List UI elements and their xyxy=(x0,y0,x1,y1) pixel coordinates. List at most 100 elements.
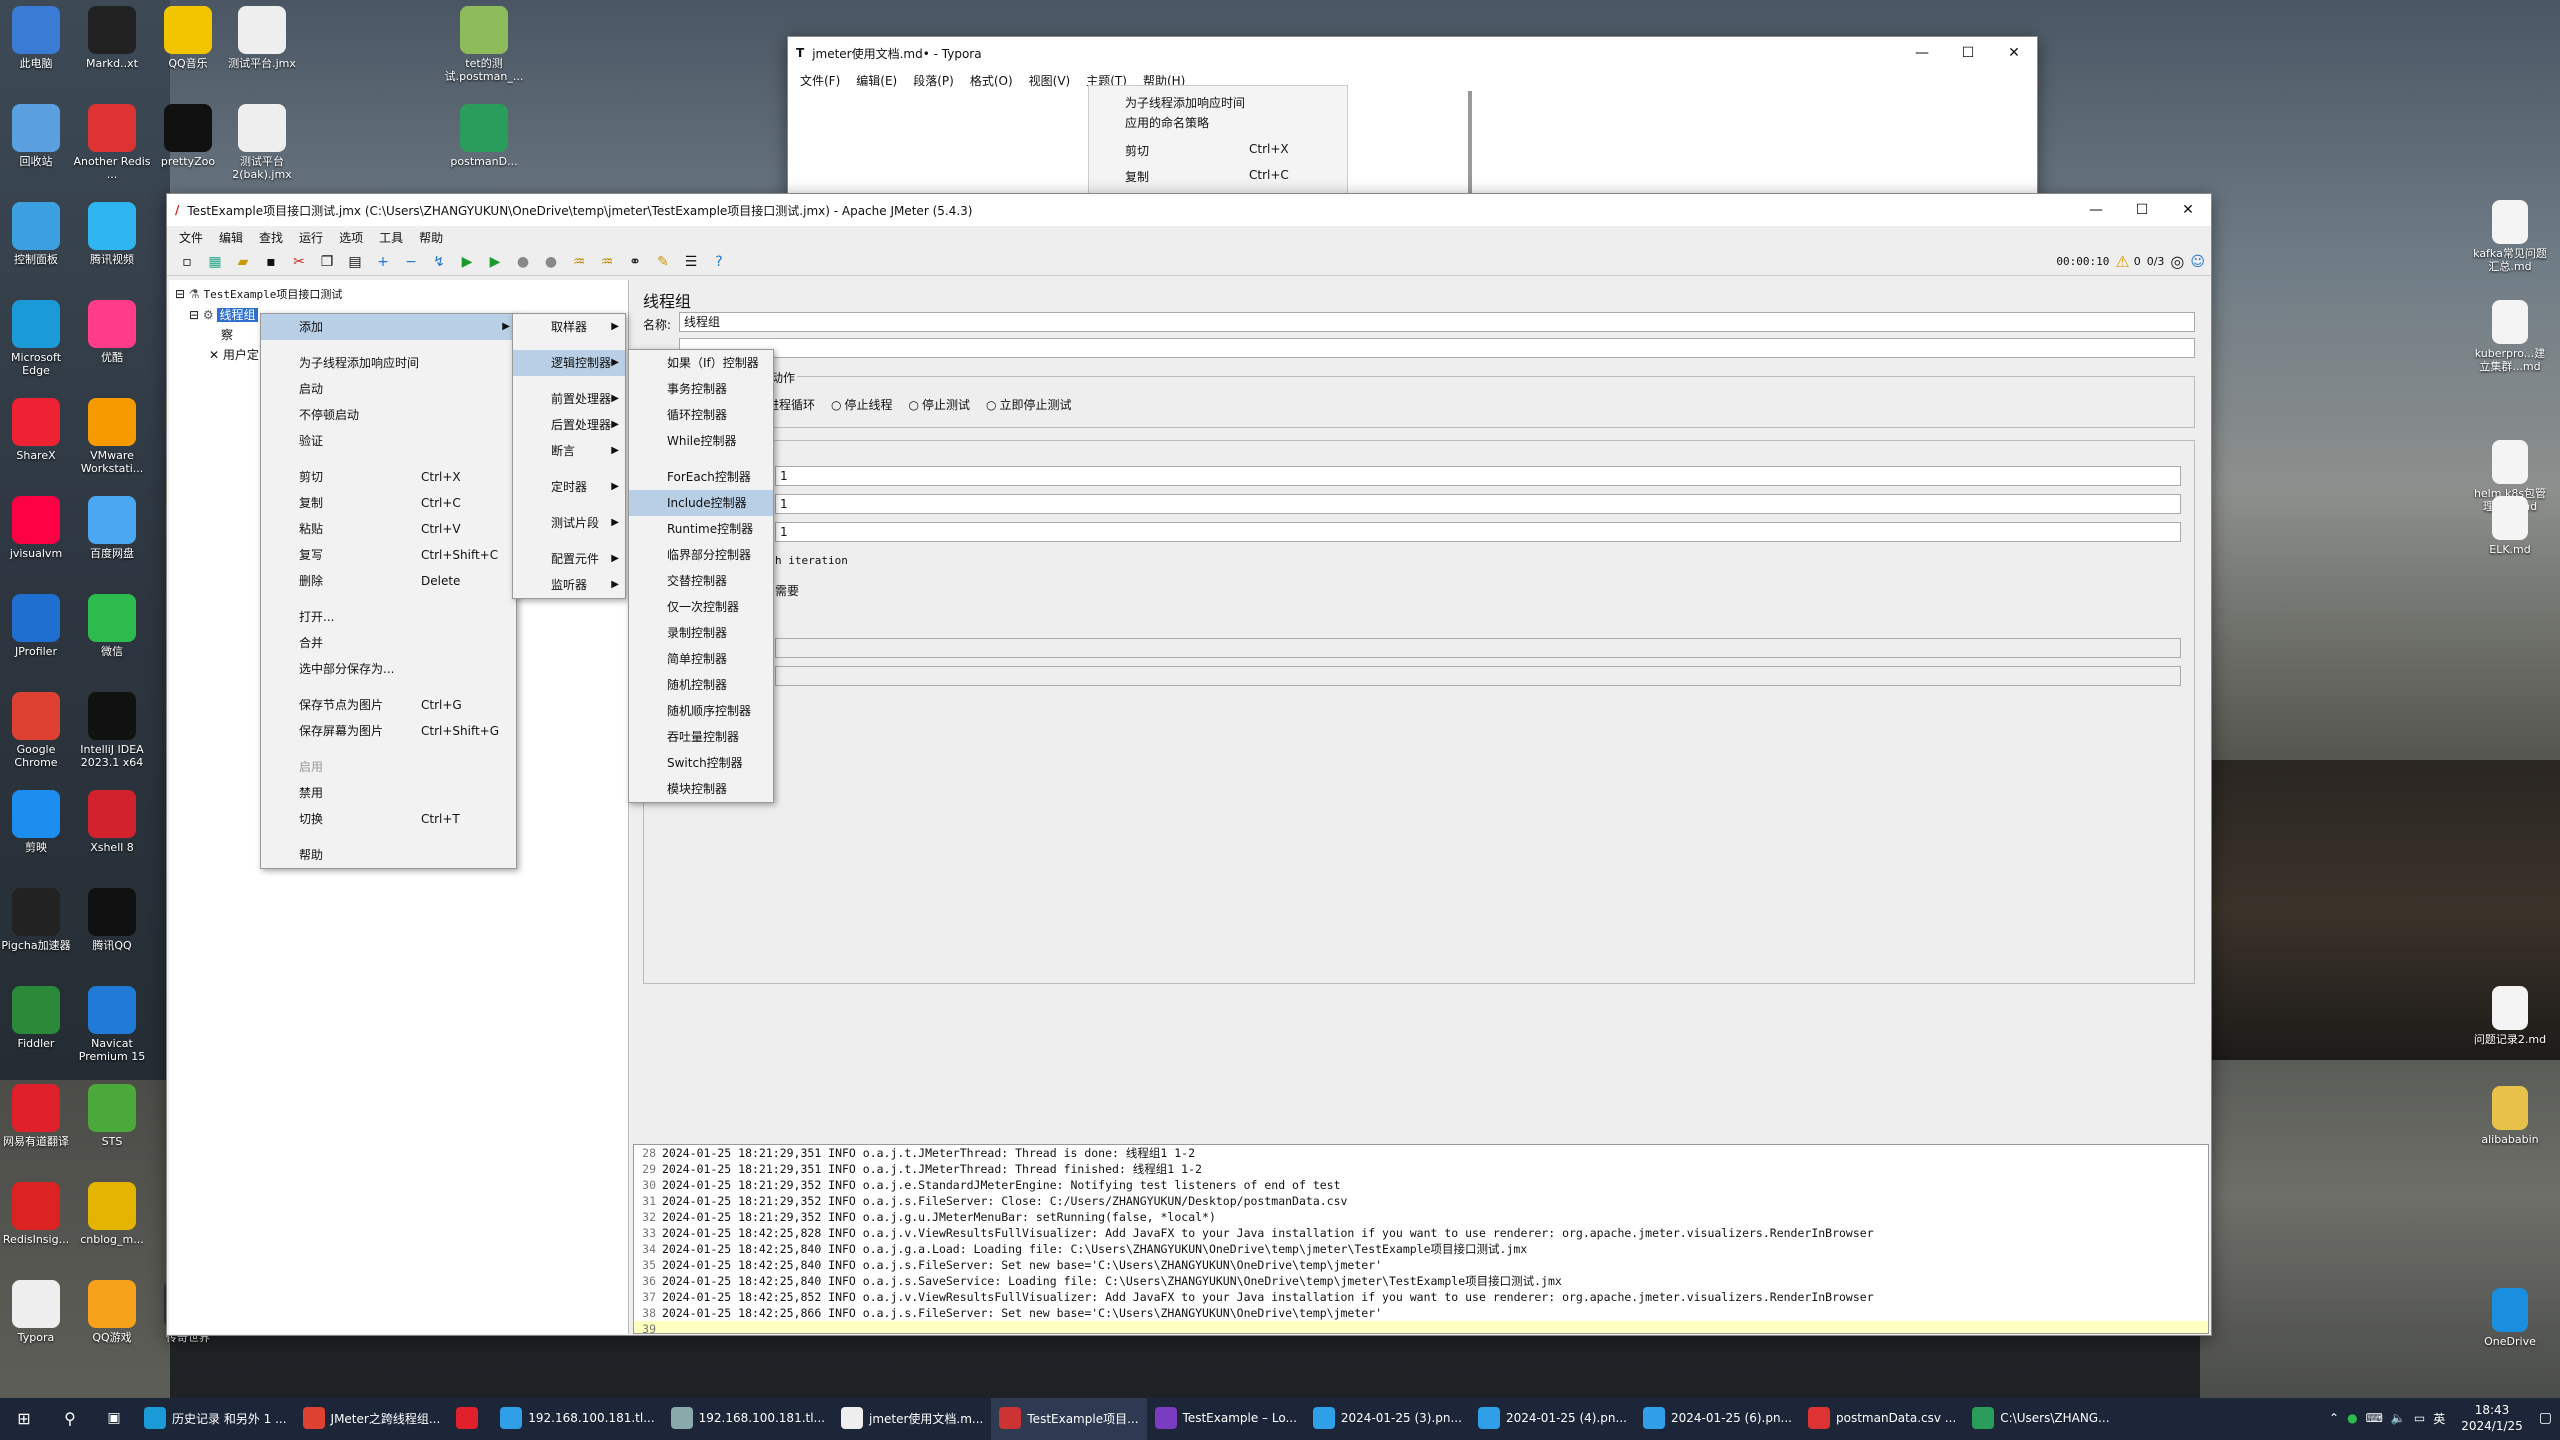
menu-item[interactable]: 测试片段 ▶ xyxy=(513,510,625,536)
startup-delay-field[interactable] xyxy=(775,666,2181,686)
network-icon[interactable]: ⌨ xyxy=(2366,1411,2383,1425)
cut-icon[interactable]: ✂ xyxy=(288,251,310,273)
desktop-icon[interactable]: alibababin xyxy=(2470,1086,2550,1146)
desktop-icon[interactable]: 回收站 xyxy=(0,104,76,168)
save-icon[interactable]: ▪ xyxy=(260,251,282,273)
desktop-icon[interactable]: Another Redis ... xyxy=(72,104,152,181)
menu-item[interactable]: Runtime控制器 xyxy=(629,516,773,542)
typora-titlebar[interactable]: T jmeter使用文档.md• - Typora — ☐ ✕ xyxy=(788,37,2037,69)
menu-item[interactable]: While控制器 xyxy=(629,428,773,454)
menu-item[interactable]: 禁用 xyxy=(261,780,516,806)
clock[interactable]: 18:43 2024/1/25 xyxy=(2453,1398,2531,1440)
desktop-icon[interactable]: 控制面板 xyxy=(0,202,76,266)
desktop-icon[interactable]: Typora xyxy=(0,1280,76,1344)
menu-item[interactable]: 粘贴 Ctrl+V xyxy=(261,516,516,542)
desktop-icon[interactable]: 腾讯QQ xyxy=(72,888,152,952)
menu-item[interactable]: 后置处理器 ▶ xyxy=(513,412,625,438)
new-icon[interactable]: ▫ xyxy=(176,251,198,273)
desktop-icon[interactable]: Navicat Premium 15 xyxy=(72,986,152,1063)
menu-item[interactable]: 事务控制器 xyxy=(629,376,773,402)
desktop-icon[interactable]: 网易有道翻译 xyxy=(0,1084,76,1148)
taskbar-app[interactable]: 2024-01-25 (4).pn... xyxy=(1470,1398,1635,1440)
chevron-up-icon[interactable]: ⌃ xyxy=(2329,1411,2339,1425)
typora-menu-item[interactable]: 视图(V) xyxy=(1021,72,1079,89)
desktop-icon[interactable]: kafka常见问题汇总.md xyxy=(2470,200,2550,273)
typora-menu-item[interactable]: 文件(F) xyxy=(792,72,848,89)
menu-item[interactable]: 删除 Delete xyxy=(261,568,516,594)
menu-item[interactable]: 保存节点为图片 Ctrl+G xyxy=(261,692,516,718)
menu-item[interactable]: 合并 xyxy=(261,630,516,656)
menu-item[interactable]: 随机控制器 xyxy=(629,672,773,698)
jmeter-menu-item[interactable]: 选项 xyxy=(331,229,371,246)
log-panel[interactable]: 28 2024-01-25 18:21:29,351 INFO o.a.j.t.J… xyxy=(633,1144,2209,1334)
desktop-icon[interactable]: 百度网盘 xyxy=(72,496,152,560)
menu-item[interactable]: 简单控制器 xyxy=(629,646,773,672)
menu-item[interactable]: 添加 ▶ xyxy=(261,314,516,340)
action-radio[interactable]: 进程循环 xyxy=(767,396,815,413)
menu-item[interactable]: ForEach控制器 xyxy=(629,464,773,490)
threads-field[interactable]: 1 xyxy=(775,466,2181,486)
menu-item[interactable]: 前置处理器 ▶ xyxy=(513,386,625,412)
menu-item[interactable]: 模块控制器 xyxy=(629,776,773,802)
menu-item[interactable]: 仅一次控制器 xyxy=(629,594,773,620)
task-view-icon[interactable]: ▣ xyxy=(92,1398,136,1440)
desktop-icon[interactable]: IntelliJ IDEA 2023.1 x64 xyxy=(72,692,152,769)
expand-icon[interactable]: + xyxy=(372,251,394,273)
desktop-icon[interactable]: tet的测试.postman_... xyxy=(444,6,524,83)
taskbar-app[interactable]: 历史记录 和另外 1 ... xyxy=(136,1398,295,1440)
taskbar-app[interactable]: 2024-01-25 (6).pn... xyxy=(1635,1398,1800,1440)
desktop-icon[interactable]: STS xyxy=(72,1084,152,1148)
collapse-toggle-icon[interactable]: ⊟ xyxy=(175,287,185,301)
reset-search-icon[interactable]: ✎ xyxy=(652,251,674,273)
jmeter-menu-item[interactable]: 运行 xyxy=(291,229,331,246)
menu-item[interactable]: 保存屏幕为图片 Ctrl+Shift+G xyxy=(261,718,516,744)
menu-item[interactable]: 剪切 Ctrl+X xyxy=(261,464,516,490)
jmeter-menu-item[interactable]: 文件 xyxy=(171,229,211,246)
search-icon[interactable]: ⚭ xyxy=(624,251,646,273)
menu-item[interactable]: 验证 xyxy=(261,428,516,454)
taskbar-app[interactable]: 192.168.100.181.tl... xyxy=(492,1398,662,1440)
start-button[interactable]: ⊞ xyxy=(0,1398,48,1440)
search-icon[interactable]: ⚲ xyxy=(48,1398,92,1440)
desktop-icon[interactable]: 测试平台.jmx xyxy=(222,6,302,70)
desktop-icon[interactable]: 腾讯视频 xyxy=(72,202,152,266)
menu-item[interactable]: 循环控制器 xyxy=(629,402,773,428)
desktop-icon[interactable]: ShareX xyxy=(0,398,76,462)
desktop-icon[interactable]: 优酷 xyxy=(72,300,152,364)
menu-item[interactable]: 为子线程添加响应时间 xyxy=(261,350,516,376)
typora-menu-item[interactable]: 编辑(E) xyxy=(848,72,905,89)
desktop-icon[interactable]: cnblog_m... xyxy=(72,1182,152,1246)
volume-icon[interactable]: 🔈 xyxy=(2391,1411,2406,1425)
desktop-icon[interactable]: prettyZoo xyxy=(148,104,228,168)
menu-item[interactable]: 复制 Ctrl+C xyxy=(261,490,516,516)
desktop-icon[interactable]: 此电脑 xyxy=(0,6,76,70)
menu-item[interactable]: 吞吐量控制器 xyxy=(629,724,773,750)
taskbar-app[interactable]: TestExample项目... xyxy=(991,1398,1147,1440)
desktop-icon[interactable]: QQ音乐 xyxy=(148,6,228,70)
comments-field[interactable] xyxy=(679,338,2195,358)
desktop-icon[interactable]: ELK.md xyxy=(2470,496,2550,556)
menu-item[interactable]: 切换 Ctrl+T xyxy=(261,806,516,832)
taskbar-app[interactable]: 2024-01-25 (3).pn... xyxy=(1305,1398,1470,1440)
help-icon[interactable]: ? xyxy=(708,251,730,273)
taskbar-app[interactable]: C:\Users\ZHANG... xyxy=(1964,1398,2117,1440)
taskbar-app[interactable]: JMeter之跨线程组... xyxy=(295,1398,449,1440)
taskbar-app[interactable] xyxy=(448,1398,492,1440)
menu-item[interactable]: 随机顺序控制器 xyxy=(629,698,773,724)
tree-child-1[interactable]: 察 xyxy=(221,326,233,343)
menu-item[interactable]: Include控制器 xyxy=(629,490,773,516)
desktop-icon[interactable]: 问题记录2.md xyxy=(2470,986,2550,1046)
shutdown-icon[interactable]: ● xyxy=(540,251,562,273)
function-helper-icon[interactable]: ☰ xyxy=(680,251,702,273)
desktop-icon[interactable]: JProfiler xyxy=(0,594,76,658)
stop-icon[interactable]: ● xyxy=(512,251,534,273)
warning-icon[interactable]: ⚠ xyxy=(2115,252,2129,271)
desktop-icon[interactable]: kuberpro...建立集群...md xyxy=(2470,300,2550,373)
collapse-icon[interactable]: − xyxy=(400,251,422,273)
desktop-icon[interactable]: 测试平台 2(bak).jmx xyxy=(222,104,302,181)
templates-icon[interactable]: ▦ xyxy=(204,251,226,273)
menu-item[interactable]: 临界部分控制器 xyxy=(629,542,773,568)
menu-item[interactable]: 逻辑控制器 ▶ xyxy=(513,350,625,376)
jmeter-titlebar[interactable]: / TestExample项目接口测试.jmx (C:\Users\ZHANGY… xyxy=(167,194,2211,226)
taskbar-app[interactable]: jmeter使用文档.m... xyxy=(833,1398,991,1440)
